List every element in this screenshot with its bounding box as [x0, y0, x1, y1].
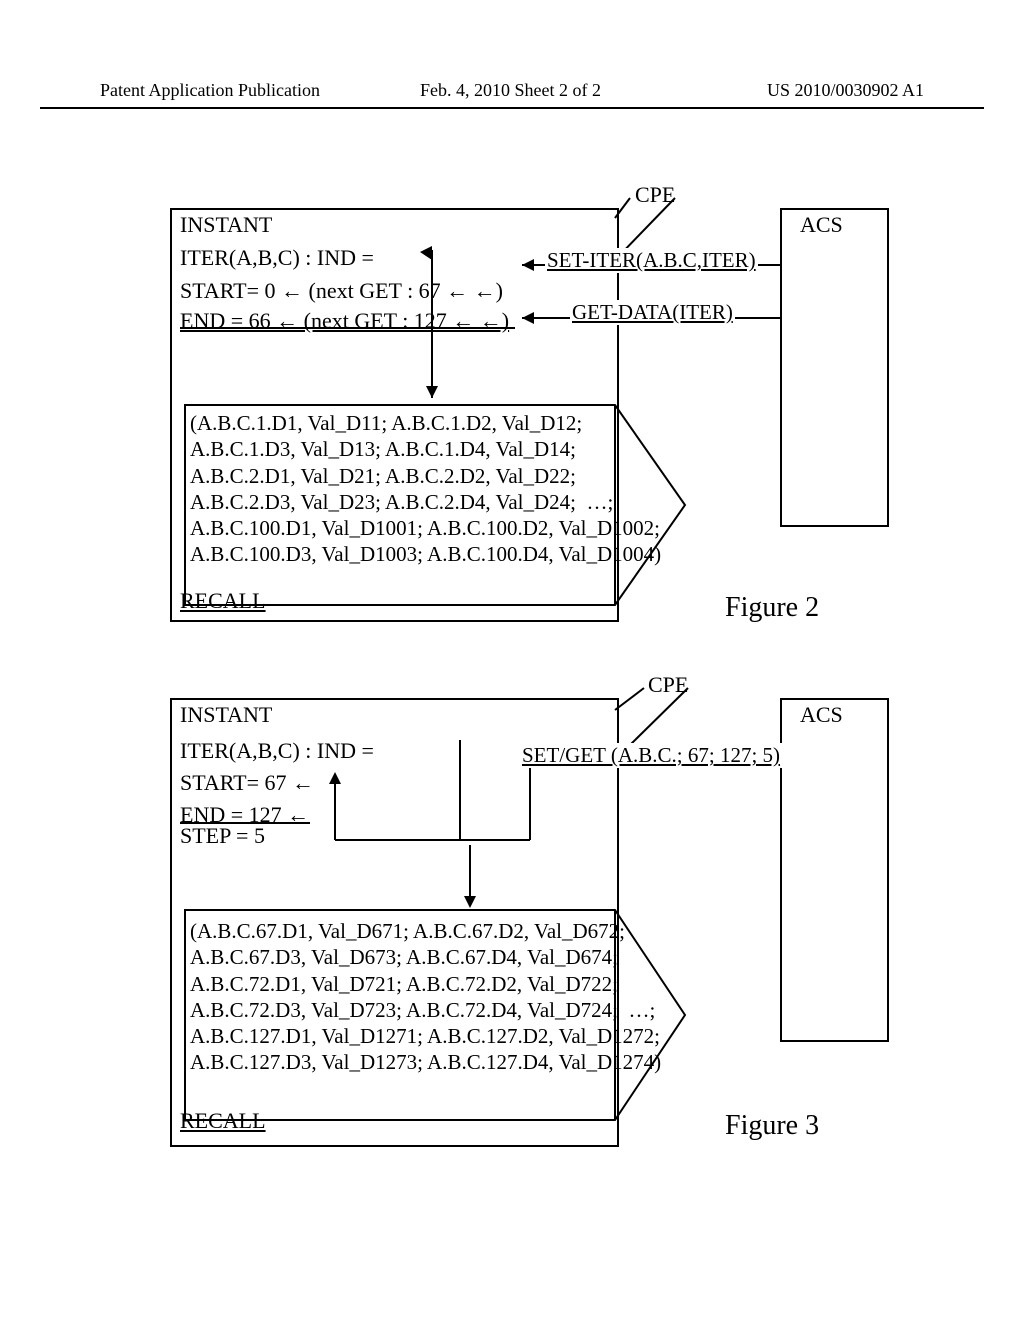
- figure-3: CPE INSTANT ITER(A,B,C) : IND = START= 6…: [170, 680, 890, 1150]
- set-iter-msg: SET-ITER(A.B.C,ITER): [545, 248, 758, 273]
- acs-label: ACS: [800, 212, 843, 238]
- acs-box: [780, 698, 889, 1042]
- figure-caption: Figure 3: [725, 1110, 819, 1142]
- start-line: START= 0 ← (next GET : 67 ← ←): [180, 278, 503, 304]
- page-header: Patent Application Publication Feb. 4, 2…: [40, 80, 984, 109]
- get-data-msg: GET-DATA(ITER): [570, 300, 735, 325]
- instant-label: INSTANT: [180, 702, 272, 728]
- start-line: START= 67 ←: [180, 770, 314, 796]
- acs-label: ACS: [800, 702, 843, 728]
- header-right: US 2010/0030902 A1: [767, 80, 924, 101]
- end-line: END = 66 ← (next GET : 127 ← ←): [180, 308, 509, 334]
- step-line: STEP = 5: [180, 823, 265, 849]
- recall-label: RECALL: [180, 1108, 266, 1134]
- response-data: (A.B.C.1.D1, Val_D11; A.B.C.1.D2, Val_D1…: [190, 410, 661, 568]
- instant-label: INSTANT: [180, 212, 272, 238]
- recall-label: RECALL: [180, 588, 266, 614]
- iter-line: ITER(A,B,C) : IND =: [180, 245, 374, 271]
- cpe-label: CPE: [635, 182, 675, 208]
- iter-line: ITER(A,B,C) : IND =: [180, 738, 374, 764]
- patent-page: Patent Application Publication Feb. 4, 2…: [0, 0, 1024, 1320]
- response-data: (A.B.C.67.D1, Val_D671; A.B.C.67.D2, Val…: [190, 918, 661, 1076]
- cpe-label: CPE: [648, 672, 688, 698]
- figure-caption: Figure 2: [725, 592, 819, 624]
- acs-box: [780, 208, 889, 527]
- figure-2: CPE INSTANT ITER(A,B,C) : IND =: [170, 190, 890, 630]
- header-left: Patent Application Publication: [100, 80, 320, 101]
- header-mid: Feb. 4, 2010 Sheet 2 of 2: [420, 80, 601, 101]
- setget-msg: SET/GET (A.B.C.; 67; 127; 5): [520, 743, 782, 768]
